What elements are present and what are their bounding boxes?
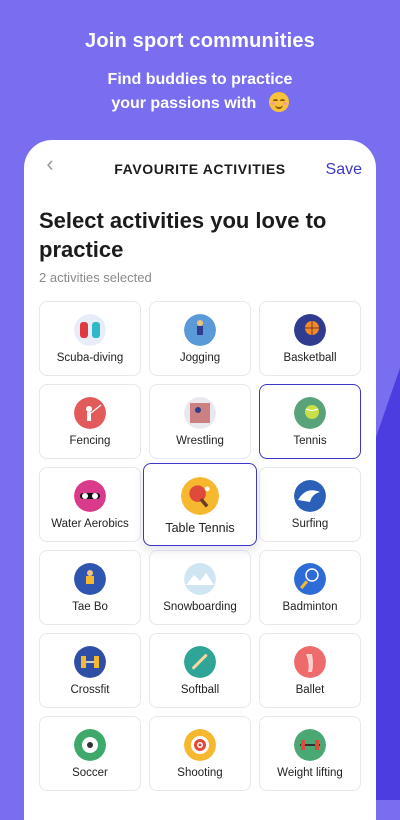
snowboarding-icon [184,563,216,595]
selected-count: 2 activities selected [39,270,152,285]
promo-subtitle-line1: Find buddies to practice [107,71,293,88]
activity-tile-softball[interactable]: Softball [149,633,251,708]
activity-tile-scuba-diving[interactable]: Scuba-diving [39,301,141,376]
activity-tile-tae-bo[interactable]: Tae Bo [39,550,141,625]
softball-icon [184,646,216,678]
jogging-icon [184,314,216,346]
activity-label: Surfing [291,518,329,530]
activity-tile-soccer[interactable]: Soccer [39,716,141,791]
activity-label: Fencing [69,435,111,447]
crossfit-icon [74,646,106,678]
activity-label: Snowboarding [163,601,237,613]
screen-title: FAVOURITE ACTIVITIES [114,161,286,177]
activity-label: Water Aerobics [51,518,129,530]
activity-tile-badminton[interactable]: Badminton [259,550,361,625]
activity-label: Ballet [295,684,325,696]
activity-tile-basketball[interactable]: Basketball [259,301,361,376]
activity-label: Softball [180,684,220,696]
activity-tile-fencing[interactable]: Fencing [39,384,141,459]
phone-screen: ‹ FAVOURITE ACTIVITIES Save Select activ… [24,140,376,820]
badminton-icon [294,563,326,595]
activity-tile-shooting[interactable]: Shooting [149,716,251,791]
promo-subtitle-line2: your passions with [111,95,257,112]
activity-label: Jogging [179,352,221,364]
activity-label: Crossfit [70,684,110,696]
ballet-icon [294,646,326,678]
activity-tile-crossfit[interactable]: Crossfit [39,633,141,708]
activity-label: Basketball [283,352,337,364]
activity-tile-ballet[interactable]: Ballet [259,633,361,708]
activity-tile-snowboarding[interactable]: Snowboarding [149,550,251,625]
activity-label: Tae Bo [72,601,108,613]
shooting-icon [184,729,216,761]
activity-label: Table Tennis [165,521,235,535]
water-aerobics-icon [74,480,106,512]
table-tennis-icon [181,477,219,515]
soccer-icon [74,729,106,761]
activity-tile-water-aerobics[interactable]: Water Aerobics [39,467,141,542]
basketball-icon [294,314,326,346]
activity-tile-jogging[interactable]: Jogging [149,301,251,376]
activity-label: Scuba-diving [56,352,124,364]
activity-label: Weight lifting [277,767,343,779]
smiling-emoji-icon [268,91,289,112]
tae-bo-icon [74,563,106,595]
promo-subtitle-line2-wrap: your passions with [111,91,289,116]
fencing-icon [74,397,106,429]
activity-tile-tennis[interactable]: Tennis [259,384,361,459]
weightlifting-icon [294,729,326,761]
page-heading: Select activities you love to practice [39,208,327,262]
top-nav-bar: ‹ FAVOURITE ACTIVITIES Save [24,140,376,200]
activity-label: Soccer [72,767,108,779]
activity-tile-wrestling[interactable]: Wrestling [149,384,251,459]
wrestling-icon [184,397,216,429]
activity-label: Tennis [293,435,327,447]
surfing-icon [294,480,326,512]
activity-tile-surfing[interactable]: Surfing [259,467,361,542]
tennis-icon [294,397,326,429]
promo-title: Join sport communities [85,30,315,52]
activity-tile-weight-lifting[interactable]: Weight lifting [259,716,361,791]
activity-label: Wrestling [176,435,224,447]
scuba-icon [74,314,106,346]
activity-label: Badminton [282,601,338,613]
activity-tile-table-tennis[interactable]: Table Tennis [143,463,257,546]
activity-label: Shooting [177,767,223,779]
promo-subtitle: Find buddies to practice your passions w… [0,68,400,116]
save-button[interactable]: Save [326,161,362,179]
